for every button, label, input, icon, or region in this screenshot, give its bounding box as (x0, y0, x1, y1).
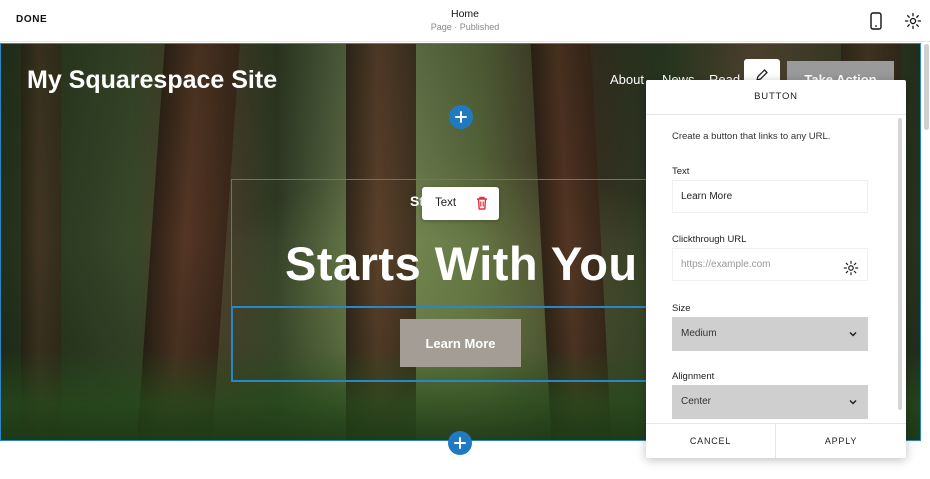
site-title[interactable]: My Squarespace Site (27, 66, 277, 95)
gear-icon[interactable] (843, 257, 859, 276)
button-settings-panel: BUTTON Create a button that links to any… (646, 80, 906, 458)
panel-description: Create a button that links to any URL. (672, 131, 831, 142)
editor-topbar: DONE Home Page · Published (0, 0, 930, 42)
chevron-down-icon (849, 331, 857, 337)
mobile-preview-icon[interactable] (866, 11, 886, 31)
gear-icon[interactable] (903, 11, 923, 31)
chevron-down-icon (849, 399, 857, 405)
apply-button[interactable]: APPLY (776, 424, 906, 458)
nav-link-about[interactable]: About (610, 72, 644, 87)
size-field-label: Size (672, 303, 691, 314)
panel-scrollbar[interactable] (898, 118, 902, 410)
page-status: Page · Published (430, 22, 500, 32)
alignment-select[interactable]: Center (672, 385, 868, 419)
add-section-button[interactable] (449, 105, 473, 129)
page-scrollbar[interactable] (924, 44, 929, 130)
hero-headline[interactable]: Starts With You (285, 236, 638, 291)
plus-icon (455, 111, 467, 123)
panel-footer: CANCEL APPLY (646, 423, 906, 458)
edit-text-button[interactable]: Text (435, 197, 456, 209)
panel-title: BUTTON (646, 80, 906, 115)
url-field-label: Clickthrough URL (672, 234, 747, 245)
cancel-button[interactable]: CANCEL (646, 424, 776, 458)
size-select[interactable]: Medium (672, 317, 868, 351)
add-section-button[interactable] (448, 431, 472, 455)
size-value: Medium (681, 328, 717, 339)
text-block-toolbar: Text (422, 187, 499, 220)
alignment-field-label: Alignment (672, 371, 715, 382)
url-placeholder: https://example.com (681, 259, 771, 270)
text-field-label: Text (672, 166, 690, 177)
plus-icon (454, 437, 466, 449)
button-text-input[interactable]: Learn More (672, 180, 868, 213)
page-title: Home (450, 8, 479, 20)
alignment-value: Center (681, 396, 712, 407)
clickthrough-url-input[interactable]: https://example.com (672, 248, 868, 281)
learn-more-button[interactable]: Learn More (400, 319, 521, 367)
trash-icon[interactable] (474, 195, 490, 211)
